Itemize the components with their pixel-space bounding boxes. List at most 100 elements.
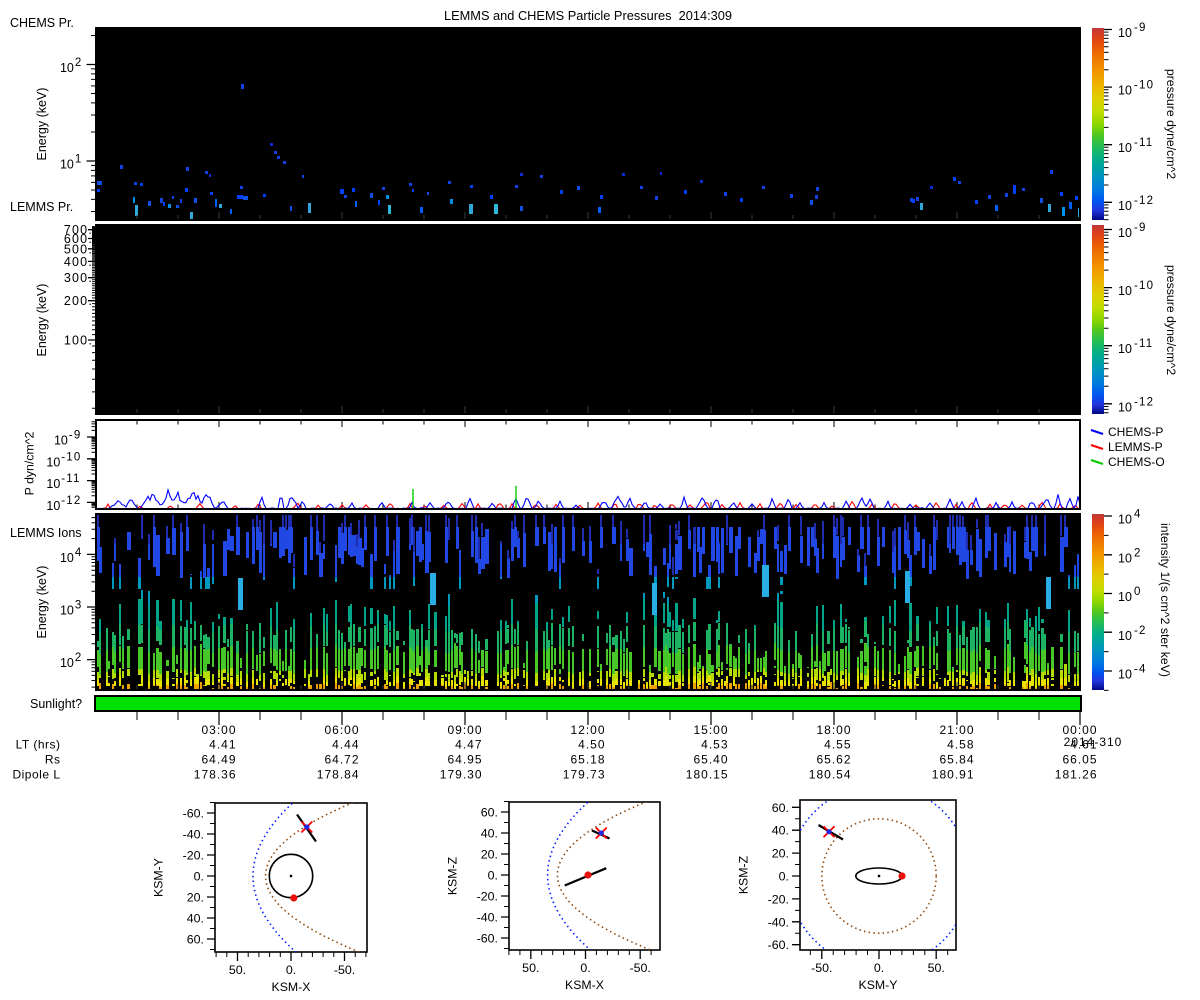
- svg-text:10: 10: [1118, 84, 1132, 98]
- svg-text:Rs: Rs: [45, 752, 61, 766]
- svg-text:-20.: -20.: [768, 892, 789, 906]
- svg-text:-12: -12: [61, 495, 81, 507]
- svg-text:-11: -11: [61, 473, 80, 485]
- svg-text:CHEMS-O: CHEMS-O: [1108, 455, 1165, 469]
- svg-text:10: 10: [46, 455, 60, 469]
- svg-text:179.30: 179.30: [440, 768, 483, 782]
- svg-text:10: 10: [1118, 141, 1132, 155]
- svg-text:KSM-Z: KSM-Z: [737, 855, 751, 894]
- svg-text:LEMMS-P: LEMMS-P: [1108, 440, 1163, 454]
- svg-text:4.53: 4.53: [701, 738, 728, 752]
- svg-text:2: 2: [75, 57, 83, 69]
- svg-text:Energy (keV): Energy (keV): [35, 284, 49, 357]
- svg-text:4.47: 4.47: [455, 738, 482, 752]
- svg-text:4.58: 4.58: [947, 738, 974, 752]
- svg-text:-40.: -40.: [183, 828, 204, 842]
- svg-text:-50.: -50.: [811, 961, 832, 975]
- svg-text:10: 10: [60, 158, 74, 172]
- svg-text:50.: 50.: [229, 963, 246, 977]
- svg-text:20.: 20.: [772, 847, 789, 861]
- svg-text:2: 2: [75, 652, 83, 664]
- svg-text:10: 10: [46, 499, 60, 513]
- svg-text:-11: -11: [1134, 137, 1153, 149]
- svg-text:66.05: 66.05: [1062, 752, 1097, 766]
- svg-text:21:00: 21:00: [939, 723, 974, 737]
- svg-text:50.: 50.: [522, 961, 539, 975]
- svg-text:-12: -12: [1134, 195, 1154, 207]
- svg-text:-9: -9: [69, 430, 82, 442]
- svg-text:18:00: 18:00: [816, 723, 851, 737]
- svg-text:LT (hrs): LT (hrs): [16, 738, 61, 752]
- svg-text:pressure dyne/cm^2: pressure dyne/cm^2: [1164, 265, 1178, 376]
- svg-text:10: 10: [54, 434, 68, 448]
- svg-text:700.: 700.: [64, 223, 93, 237]
- svg-text:200.: 200.: [64, 294, 93, 308]
- svg-text:Sunlight?: Sunlight?: [30, 697, 82, 711]
- svg-text:-40.: -40.: [477, 911, 498, 925]
- svg-text:50.: 50.: [928, 961, 945, 975]
- svg-text:KSM-Y: KSM-Y: [859, 978, 898, 992]
- svg-text:LEMMS Pr.: LEMMS Pr.: [10, 200, 73, 214]
- svg-text:10: 10: [1118, 226, 1132, 240]
- svg-text:0.: 0.: [580, 961, 590, 975]
- svg-text:KSM-X: KSM-X: [565, 978, 604, 992]
- svg-text:40.: 40.: [772, 824, 789, 838]
- svg-text:-60.: -60.: [768, 938, 789, 952]
- svg-text:10: 10: [1118, 551, 1132, 565]
- svg-text:12:00: 12:00: [570, 723, 605, 737]
- svg-text:1: 1: [75, 154, 83, 166]
- svg-text:40.: 40.: [187, 912, 204, 926]
- svg-text:-2: -2: [1134, 625, 1147, 637]
- svg-text:20.: 20.: [481, 848, 498, 862]
- svg-text:4: 4: [1134, 509, 1142, 521]
- svg-text:300.: 300.: [64, 271, 93, 285]
- svg-text:-50.: -50.: [630, 961, 651, 975]
- svg-text:-20.: -20.: [183, 849, 204, 863]
- svg-text:-60.: -60.: [183, 807, 204, 821]
- svg-text:09:00: 09:00: [447, 723, 482, 737]
- svg-text:CHEMS-P: CHEMS-P: [1108, 425, 1163, 439]
- svg-text:10: 10: [1118, 590, 1132, 604]
- svg-text:15:00: 15:00: [693, 723, 728, 737]
- svg-text:LEMMS Ions: LEMMS Ions: [10, 526, 82, 540]
- svg-text:10: 10: [1118, 284, 1132, 298]
- svg-text:65.62: 65.62: [816, 752, 851, 766]
- svg-text:10: 10: [46, 477, 60, 491]
- svg-text:-11: -11: [1134, 338, 1153, 350]
- svg-text:10: 10: [1118, 199, 1132, 213]
- svg-text:181.26: 181.26: [1055, 768, 1098, 782]
- svg-text:-60.: -60.: [477, 932, 498, 946]
- svg-text:10: 10: [1118, 629, 1132, 643]
- svg-text:4: 4: [75, 547, 83, 559]
- svg-text:10: 10: [60, 551, 74, 565]
- svg-text:10: 10: [1118, 513, 1132, 527]
- svg-text:65.84: 65.84: [939, 752, 974, 766]
- svg-text:4.44: 4.44: [332, 738, 359, 752]
- svg-text:-9: -9: [1134, 222, 1147, 234]
- svg-text:-12: -12: [1134, 396, 1154, 408]
- svg-text:Dipole L: Dipole L: [12, 768, 60, 782]
- svg-text:2014-310: 2014-310: [1064, 735, 1123, 749]
- svg-text:0.: 0.: [194, 870, 204, 884]
- svg-text:2: 2: [1134, 547, 1142, 559]
- svg-text:3: 3: [75, 600, 83, 612]
- svg-text:4.41: 4.41: [209, 738, 236, 752]
- svg-text:P dyn/cm^2: P dyn/cm^2: [23, 432, 37, 496]
- svg-text:180.15: 180.15: [686, 768, 729, 782]
- svg-text:4.50: 4.50: [578, 738, 605, 752]
- svg-text:60.: 60.: [187, 933, 204, 947]
- svg-text:180.91: 180.91: [932, 768, 975, 782]
- svg-text:0.: 0.: [488, 869, 498, 883]
- svg-text:0.: 0.: [286, 963, 296, 977]
- svg-text:10: 10: [1118, 26, 1132, 40]
- svg-text:60.: 60.: [772, 801, 789, 815]
- svg-text:180.54: 180.54: [809, 768, 852, 782]
- svg-text:4.55: 4.55: [824, 738, 851, 752]
- svg-text:Energy (keV): Energy (keV): [35, 566, 49, 639]
- svg-text:03:00: 03:00: [201, 723, 236, 737]
- svg-text:64.95: 64.95: [447, 752, 482, 766]
- svg-text:60.: 60.: [481, 806, 498, 820]
- svg-text:400.: 400.: [64, 255, 93, 269]
- svg-text:-40.: -40.: [768, 915, 789, 929]
- svg-text:65.18: 65.18: [570, 752, 605, 766]
